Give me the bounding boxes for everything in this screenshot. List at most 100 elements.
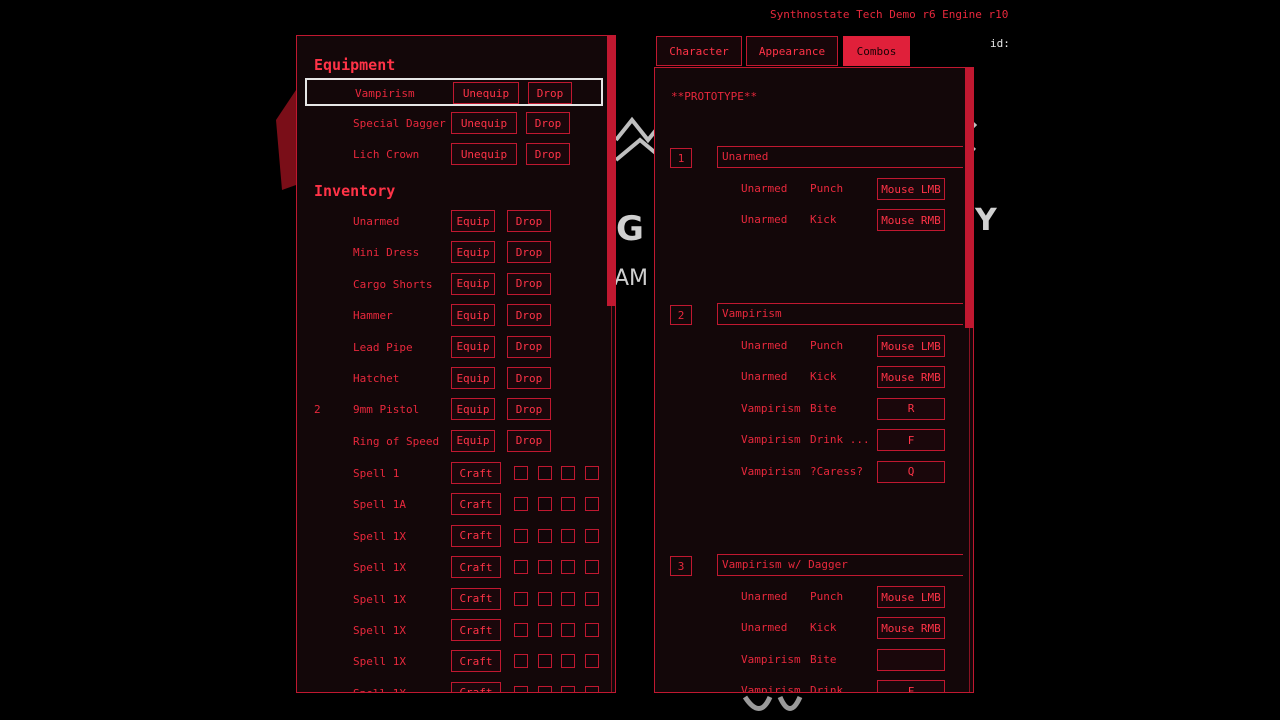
spell-component-slot[interactable]: [561, 591, 575, 606]
spell-component-slot[interactable]: [585, 466, 599, 480]
spell-component-slot[interactable]: [538, 591, 552, 606]
combo-title: Unarmed: [717, 146, 963, 168]
craft-button[interactable]: Craft: [451, 681, 501, 692]
keybind-button[interactable]: Mouse LMB: [877, 178, 945, 200]
spell-component-slot[interactable]: [514, 591, 528, 606]
move-source: Unarmed: [741, 339, 788, 352]
prototype-label: **PROTOTYPE**: [671, 90, 758, 103]
craft-button[interactable]: Craft: [451, 587, 501, 610]
keybind-button[interactable]: Q: [877, 460, 945, 483]
spell-component-slot[interactable]: [561, 654, 575, 669]
spell-component-slot[interactable]: [585, 528, 599, 543]
equipment-row: Vampirism Unequip Drop: [305, 78, 603, 106]
spell-component-slot[interactable]: [514, 466, 528, 480]
craft-button[interactable]: Craft: [451, 493, 501, 516]
spell-component-slot[interactable]: [561, 466, 575, 480]
drop-button[interactable]: Drop: [507, 241, 551, 264]
equipment-item-name: Lich Crown: [353, 148, 420, 161]
unequip-button[interactable]: Unequip: [451, 143, 517, 165]
craft-button[interactable]: Craft: [451, 619, 501, 641]
combo-move-row: Vampirism ?Caress? Q: [741, 460, 961, 483]
spell-component-slot[interactable]: [561, 497, 575, 512]
craft-button[interactable]: Craft: [451, 650, 501, 673]
spell-component-slot[interactable]: [514, 623, 528, 637]
spell-component-slot[interactable]: [514, 528, 528, 543]
keybind-button[interactable]: Mouse RMB: [877, 366, 945, 389]
unequip-button[interactable]: Unequip: [451, 112, 517, 134]
keybind-button[interactable]: Mouse RMB: [877, 209, 945, 232]
drop-button[interactable]: Drop: [507, 429, 551, 452]
spell-component-slot[interactable]: [585, 623, 599, 637]
drop-button[interactable]: Drop: [507, 367, 551, 389]
equip-button[interactable]: Equip: [451, 429, 495, 452]
spell-component-slot[interactable]: [538, 654, 552, 669]
keybind-button[interactable]: R: [877, 397, 945, 420]
drop-button[interactable]: Drop: [526, 112, 570, 134]
keybind-button[interactable]: Mouse LMB: [877, 586, 945, 608]
spell-component-slot[interactable]: [585, 560, 599, 575]
combo-number: 3: [670, 556, 692, 576]
craft-button[interactable]: Craft: [451, 524, 501, 547]
drop-button[interactable]: Drop: [507, 304, 551, 327]
keybind-button[interactable]: Mouse RMB: [877, 617, 945, 640]
equip-button[interactable]: Equip: [451, 272, 495, 295]
spell-component-slot[interactable]: [538, 497, 552, 512]
drop-button[interactable]: Drop: [507, 272, 551, 295]
inventory-scrollbar-thumb[interactable]: [607, 36, 615, 306]
spell-component-slot[interactable]: [538, 623, 552, 637]
drop-button[interactable]: Drop: [507, 398, 551, 421]
drop-button[interactable]: Drop: [507, 210, 551, 232]
spell-component-slot[interactable]: [585, 685, 599, 692]
tab-combos[interactable]: Combos: [843, 36, 910, 66]
drop-button[interactable]: Drop: [507, 335, 551, 358]
spell-component-slot[interactable]: [538, 685, 552, 692]
spell-row: Spell 1A Craft: [297, 493, 607, 517]
combo-move-row: Unarmed Kick Mouse RMB: [741, 617, 961, 640]
spell-component-slot[interactable]: [585, 497, 599, 512]
inventory-item-name: Ring of Speed: [353, 434, 440, 448]
spell-component-slot[interactable]: [514, 685, 528, 692]
equip-button[interactable]: Equip: [451, 398, 495, 421]
spell-component-slot[interactable]: [514, 560, 528, 575]
equip-button[interactable]: Equip: [451, 367, 495, 389]
move-action: Kick: [810, 370, 837, 384]
svg-text:AM: AM: [614, 266, 648, 291]
combos-scrollbar-thumb[interactable]: [965, 68, 973, 328]
craft-button[interactable]: Craft: [451, 462, 501, 484]
keybind-button[interactable]: F: [877, 680, 945, 692]
spell-component-slot[interactable]: [514, 497, 528, 512]
move-source: Unarmed: [741, 621, 788, 635]
spell-component-slot[interactable]: [538, 528, 552, 543]
keybind-button[interactable]: [877, 648, 945, 671]
craft-button[interactable]: Craft: [451, 556, 501, 579]
equip-button[interactable]: Equip: [451, 304, 495, 327]
move-action: Punch: [810, 590, 844, 603]
spell-component-slot[interactable]: [585, 654, 599, 669]
spell-component-slot[interactable]: [514, 654, 528, 669]
inventory-item-name: Cargo Shorts: [353, 277, 433, 291]
keybind-button[interactable]: F: [877, 429, 945, 452]
spell-row: Spell 1X Craft: [297, 650, 607, 674]
keybind-button[interactable]: Mouse LMB: [877, 335, 945, 357]
spell-component-slot[interactable]: [561, 528, 575, 543]
spell-row: Spell 1X Craft: [297, 524, 607, 549]
tab-character[interactable]: Character: [656, 36, 742, 66]
spell-row: Spell 1 Craft: [297, 462, 607, 486]
drop-button[interactable]: Drop: [526, 143, 570, 165]
spell-component-slot[interactable]: [538, 466, 552, 480]
spell-component-slot[interactable]: [561, 560, 575, 575]
equip-button[interactable]: Equip: [451, 210, 495, 232]
spell-component-slot[interactable]: [561, 685, 575, 692]
inventory-scrollbar-track[interactable]: [611, 306, 612, 692]
spell-component-slot[interactable]: [585, 591, 599, 606]
combo-title: Vampirism: [717, 303, 963, 325]
spell-component-slot[interactable]: [561, 623, 575, 637]
spell-component-slot[interactable]: [538, 560, 552, 575]
combos-scrollbar-track[interactable]: [969, 328, 970, 692]
drop-button[interactable]: Drop: [528, 82, 572, 104]
spell-name: Spell 1X: [353, 655, 406, 669]
equip-button[interactable]: Equip: [451, 335, 495, 358]
tab-appearance[interactable]: Appearance: [746, 36, 838, 66]
equip-button[interactable]: Equip: [451, 241, 495, 264]
unequip-button[interactable]: Unequip: [453, 82, 519, 104]
